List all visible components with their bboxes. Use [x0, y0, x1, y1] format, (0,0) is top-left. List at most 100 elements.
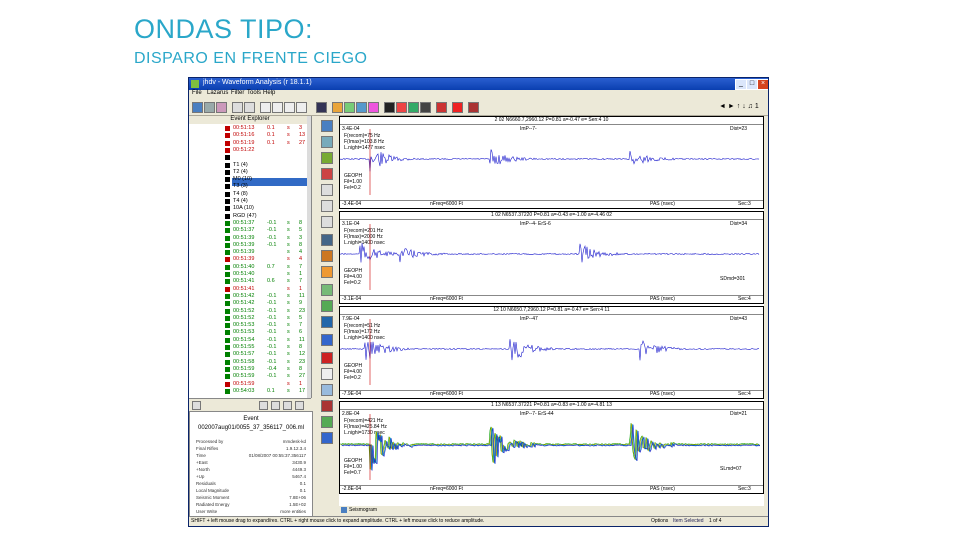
vt-reset-icon[interactable]	[321, 250, 333, 262]
pick-icon[interactable]	[232, 102, 243, 113]
waveform-panel[interactable]: 1 13 N6537.37221 P=0.81 a=-0.83 e=-1.00 …	[339, 401, 764, 494]
vt-text-icon[interactable]	[321, 368, 333, 380]
grid-icon[interactable]	[468, 102, 479, 113]
vt-color-icon[interactable]	[321, 400, 333, 412]
title-bar[interactable]: jhdv - Waveform Analysis (r 18.1.1) _ □ …	[189, 78, 768, 90]
rotate-icon[interactable]	[368, 102, 379, 113]
filter-small-icon[interactable]	[259, 401, 268, 410]
menu-filter[interactable]: Filter	[231, 90, 244, 96]
vt-magnet-icon[interactable]	[321, 152, 333, 164]
event-cell-b: s	[287, 314, 290, 321]
event-cell-time: T3 (3)	[233, 183, 248, 190]
refresh-icon[interactable]	[295, 401, 304, 410]
event-cell-time: 00:51:52	[233, 314, 255, 321]
filter-icon[interactable]	[332, 102, 343, 113]
back-icon[interactable]	[192, 401, 201, 410]
vt-pointer-icon[interactable]	[321, 120, 333, 132]
vt-info-icon[interactable]	[321, 416, 333, 428]
pencil-icon[interactable]	[436, 102, 447, 113]
event-cell-time: 00:51:57	[233, 351, 255, 358]
save-icon[interactable]	[204, 102, 215, 113]
event-cell-time: T4 (8)	[233, 190, 248, 197]
event-cell-b: s	[287, 132, 290, 139]
axis2-icon[interactable]	[272, 102, 283, 113]
event-cell-time: 00:51:53	[233, 329, 255, 336]
waveform-panel[interactable]: 12 10 N6650.7,2960.12 P=0.81 a=-0.47 e= …	[339, 306, 764, 399]
menu-lazarus[interactable]: Lazarus	[207, 90, 228, 96]
event-tree-row[interactable]: 00:54:03 0.1 s 17	[189, 388, 311, 396]
vt-cut-icon[interactable]	[321, 352, 333, 364]
sort-icon[interactable]	[271, 401, 280, 410]
axis4-icon[interactable]	[296, 102, 307, 113]
explorer-toolbar	[189, 398, 311, 411]
vt-stack-icon[interactable]	[321, 234, 333, 246]
event-cell-b: s	[287, 380, 290, 387]
disc-icon[interactable]	[384, 102, 395, 113]
event-cell-a: -0.1	[267, 227, 277, 234]
vt-bar-icon[interactable]	[321, 432, 333, 444]
info-value: 0.1	[299, 488, 306, 493]
explorer-scrollbar[interactable]	[307, 116, 311, 398]
delete-icon[interactable]	[452, 102, 463, 113]
target-icon[interactable]	[408, 102, 419, 113]
open-icon[interactable]	[192, 102, 203, 113]
seismogram-tab[interactable]: Seismogram	[339, 506, 399, 516]
event-cell-time: 00:51:40	[233, 271, 255, 277]
vt-page-icon[interactable]	[321, 184, 333, 196]
waveform-panel[interactable]: 2 02 N6660.7,2960.12 P=0.81 a=-0.47 e= S…	[339, 116, 764, 209]
seismogram-tab-label: Seismogram	[349, 507, 378, 513]
close-button[interactable]: ×	[757, 79, 768, 90]
event-label: Event	[243, 416, 259, 422]
menu-file[interactable]: File	[192, 90, 202, 96]
vt-phase-icon[interactable]	[321, 168, 333, 180]
axis3-icon[interactable]	[284, 102, 295, 113]
options-button[interactable]: Options	[651, 518, 668, 524]
info-key: Seismic Moment	[196, 495, 230, 500]
panel-footer: -7.9E-04 nFreq=6000 Ft PAS (nsec) Sec:4	[340, 390, 763, 398]
export-icon[interactable]	[283, 401, 292, 410]
vt-zoom-icon[interactable]	[321, 384, 333, 396]
nav-arrows[interactable]: ◄ ► ↑ ↓ ♫ 1	[719, 103, 759, 110]
slide-subtitle: DISPARO EN FRENTE CIEGO	[134, 50, 368, 67]
panel-foot-left: -7.9E-04	[342, 391, 362, 397]
event-cell-b: s	[287, 271, 290, 277]
chart-icon[interactable]	[344, 102, 355, 113]
event-cell-time: 00:51:40	[233, 263, 255, 270]
event-marker-icon	[225, 250, 230, 256]
event-cell-a: 0.6	[267, 278, 275, 285]
vt-flag-icon[interactable]	[321, 316, 333, 328]
bomb-icon[interactable]	[396, 102, 407, 113]
info-value: 5467.4	[292, 474, 306, 479]
event-cell-a: -0.1	[267, 300, 277, 307]
record-icon[interactable]	[420, 102, 431, 113]
print-icon[interactable]	[216, 102, 227, 113]
event-cell-c: 8	[299, 344, 303, 350]
vt-compare-icon[interactable]	[321, 300, 333, 312]
panel-foot-right: Sec:4	[738, 391, 751, 397]
event-cell-c: 4	[299, 249, 303, 256]
vt-doc-icon[interactable]	[321, 200, 333, 212]
vt-list-icon[interactable]	[321, 216, 333, 228]
info-key: Local Magnitude	[196, 488, 230, 493]
event-cell-time: 00:51:52	[233, 307, 255, 314]
panel-foot-mid: nFreq=6000 Ft	[430, 201, 463, 207]
vt-swap-icon[interactable]	[321, 284, 333, 296]
event-cell-a: -0.1	[267, 307, 277, 314]
monitor-icon[interactable]	[316, 102, 327, 113]
panel-header: 2 02 N6660.7,2960.12 P=0.81 a=-0.47 e= S…	[340, 117, 763, 125]
panel-header: 1 02 N6537.37220 P=0.81 a=-0.43 e=-1.00 …	[340, 212, 763, 220]
vt-pick-icon[interactable]	[321, 136, 333, 148]
cross-icon[interactable]	[244, 102, 255, 113]
waveform-panel[interactable]: 1 02 N6537.37220 P=0.81 a=-0.43 e=-1.00 …	[339, 211, 764, 304]
event-cell-a: -0.1	[267, 322, 277, 329]
menu-tools[interactable]: Tools	[247, 90, 261, 96]
event-cell-time: 00:51:39	[233, 249, 255, 256]
spectrum-icon[interactable]	[356, 102, 367, 113]
vt-box-icon[interactable]	[321, 334, 333, 346]
menu-help[interactable]: Help	[263, 90, 275, 96]
event-cell-b: s	[287, 219, 290, 226]
axis-icon[interactable]	[260, 102, 271, 113]
event-cell-b: s	[287, 241, 290, 248]
event-marker-icon	[225, 147, 230, 153]
vt-clock-icon[interactable]	[321, 266, 333, 278]
